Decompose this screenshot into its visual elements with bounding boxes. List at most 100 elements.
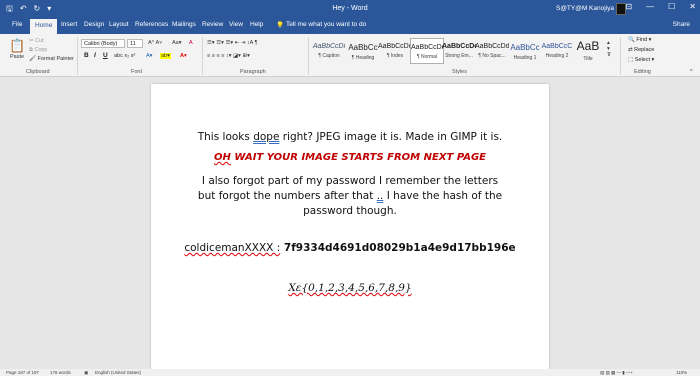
charset-line: Xε{0,1,2,3,4,5,6,7,8,9}: [151, 282, 549, 294]
paragraph-line-1: This looks dope right? JPEG image it is.…: [151, 131, 549, 143]
collapse-ribbon-icon[interactable]: ^: [690, 69, 693, 75]
spelling-flagged-word: coldicemanXXXX :: [184, 242, 281, 254]
tab-insert[interactable]: Insert: [61, 21, 77, 28]
select-icon: ⬚: [628, 57, 634, 63]
tell-me-box[interactable]: Tell me what you want to do: [286, 21, 366, 28]
style-sample: AaBbCc: [510, 43, 540, 52]
style-sample: AaBbCcDc: [442, 43, 476, 50]
divider: [620, 37, 621, 75]
tab-mailings[interactable]: Mailings: [172, 21, 196, 28]
spelling-flagged-word: Xε{0,1,2,3,4,5,6,7,8,9}: [288, 282, 412, 294]
cut-label: Cut: [35, 38, 44, 44]
page-count[interactable]: Page 187 of 197: [6, 370, 39, 375]
style-name: Heading 1: [513, 55, 537, 61]
grammar-flagged-word: dope: [253, 131, 280, 143]
bullets-icon[interactable]: ☰▾ ☰▾ ☰▾ ⇤ ⇥ ↕A ¶: [207, 40, 258, 46]
style-no-spacing[interactable]: AaBbCcDd ¶ No Spac...: [475, 38, 509, 64]
style-heading-2[interactable]: AaBbCcC Heading 2: [540, 38, 574, 64]
lightbulb-icon: 💡: [276, 22, 285, 29]
word-count[interactable]: 176 words: [50, 370, 71, 375]
font-color-icon[interactable]: A▾: [180, 53, 187, 59]
underline-button[interactable]: U: [103, 52, 108, 59]
text-run: WAIT YOUR IMAGE STARTS FROM NEXT PAGE: [230, 152, 487, 163]
style-name: Strong Em...: [445, 53, 473, 59]
grow-font-icon[interactable]: A^ A˅: [148, 40, 162, 46]
style-heading[interactable]: AaBbCc ¶ Heading: [346, 38, 380, 64]
style-index[interactable]: AaBbCcDd ¶ Index: [378, 38, 412, 64]
paragraph-group-label: Paragraph: [240, 69, 266, 75]
status-bar: Page 187 of 197 176 words ▣ English (Uni…: [0, 369, 700, 376]
tab-file[interactable]: File: [12, 21, 22, 28]
align-icons[interactable]: ≡ ≡ ≡ ≡ ↕▾ ◪▾ ⊞▾: [207, 53, 250, 59]
replace-icon: ⇄: [628, 47, 633, 53]
replace-label: Replace: [634, 47, 655, 53]
style-sample: AaBbCcDi: [312, 43, 346, 50]
font-name-box[interactable]: Calibri (Body): [81, 39, 125, 48]
tab-home[interactable]: Home: [30, 19, 58, 34]
paste-button[interactable]: Paste: [10, 54, 24, 60]
bold-button[interactable]: B: [84, 52, 89, 59]
font-size-box[interactable]: 11: [127, 39, 143, 48]
hash-value: 7f9334d4691d08029b1a4e9d17bb196e: [280, 242, 516, 254]
style-caption[interactable]: AaBbCcDi ¶ Caption: [312, 38, 346, 64]
document-page[interactable]: This looks dope right? JPEG image it is.…: [151, 84, 549, 369]
style-heading-1[interactable]: AaBbCc Heading 1: [508, 38, 542, 64]
strikethrough-icon[interactable]: abc x₂ x²: [114, 53, 135, 59]
text-effects-icon[interactable]: A▾: [146, 53, 152, 59]
cut-button[interactable]: ✂ Cut: [29, 38, 44, 44]
zoom-level[interactable]: 110%: [676, 370, 687, 375]
style-title[interactable]: AaB Title: [572, 38, 604, 64]
paste-icon[interactable]: 📋: [9, 38, 25, 54]
title-bar: 🖫 ↶ ↻ ▾ Hey - Word S@TY@M Kanojiya ⊡ — ☐…: [0, 0, 700, 18]
minimize-button[interactable]: —: [646, 2, 654, 11]
hash-line: coldicemanXXXX : 7f9334d4691d08029b1a4e9…: [151, 242, 549, 254]
ribbon-display-icon[interactable]: ⊡: [625, 2, 632, 11]
tab-references[interactable]: References: [135, 21, 168, 28]
find-label: Find: [636, 37, 648, 43]
style-normal[interactable]: AaBbCcDd ¶ Normal: [410, 38, 444, 64]
tab-layout[interactable]: Layout: [109, 21, 129, 28]
style-sample: AaBbCcDd: [475, 43, 509, 50]
ribbon-tabs: File Home Insert Design Layout Reference…: [0, 18, 700, 34]
styles-scroll-icon[interactable]: ▴ ▾ ⊽: [607, 40, 611, 58]
search-icon: 🔍: [628, 37, 635, 43]
format-painter-button[interactable]: 🖌 Format Painter: [29, 56, 74, 62]
select-label: Select: [634, 57, 651, 63]
divider: [202, 37, 203, 75]
user-name[interactable]: S@TY@M Kanojiya: [556, 5, 614, 12]
style-name: Title: [583, 56, 593, 62]
copy-label: Copy: [34, 47, 48, 53]
spelling-flagged-word: OH: [213, 152, 231, 163]
language[interactable]: English (United States): [95, 370, 141, 375]
tab-design[interactable]: Design: [84, 21, 104, 28]
style-name: ¶ No Spac...: [478, 53, 506, 59]
text-run: This looks: [197, 131, 254, 143]
tab-help[interactable]: Help: [250, 21, 263, 28]
share-button[interactable]: Share: [673, 21, 690, 28]
replace-button[interactable]: ⇄ Replace: [628, 47, 654, 53]
divider: [308, 37, 309, 75]
view-mode-icons[interactable]: ▤ ▥ ▦ — ▮ —+: [600, 370, 633, 376]
clear-formatting-icon[interactable]: A: [189, 40, 193, 46]
tab-review[interactable]: Review: [202, 21, 223, 28]
maximize-button[interactable]: ☐: [668, 2, 675, 11]
style-name: Heading 2: [545, 53, 569, 59]
italic-button[interactable]: I: [94, 52, 96, 59]
tab-view[interactable]: View: [229, 21, 243, 28]
ribbon: 📋 Paste ✂ Cut ⧉ Copy 🖌 Format Painter Cl…: [0, 34, 700, 77]
style-strong-emphasis[interactable]: AaBbCcDc Strong Em...: [442, 38, 476, 64]
style-sample: AaB: [576, 39, 600, 53]
divider: [77, 37, 78, 75]
style-name: ¶ Caption: [318, 53, 340, 59]
highlight-icon[interactable]: ab▾: [160, 53, 171, 59]
copy-button[interactable]: ⧉ Copy: [29, 47, 47, 54]
paragraph-warning: OH WAIT YOUR IMAGE STARTS FROM NEXT PAGE: [151, 152, 549, 163]
paragraph-line-3: I also forgot part of my password I reme…: [151, 174, 549, 219]
change-case-icon[interactable]: Aa▾: [172, 40, 182, 46]
style-sample: AaBbCcDd: [378, 43, 412, 50]
text-run: right? JPEG image it is. Made in GIMP it…: [279, 131, 503, 143]
select-button[interactable]: ⬚ Select ▾: [628, 57, 654, 63]
close-button[interactable]: ✕: [689, 2, 696, 11]
find-button[interactable]: 🔍 Find ▾: [628, 37, 651, 43]
proofing-icon[interactable]: ▣: [84, 370, 88, 376]
